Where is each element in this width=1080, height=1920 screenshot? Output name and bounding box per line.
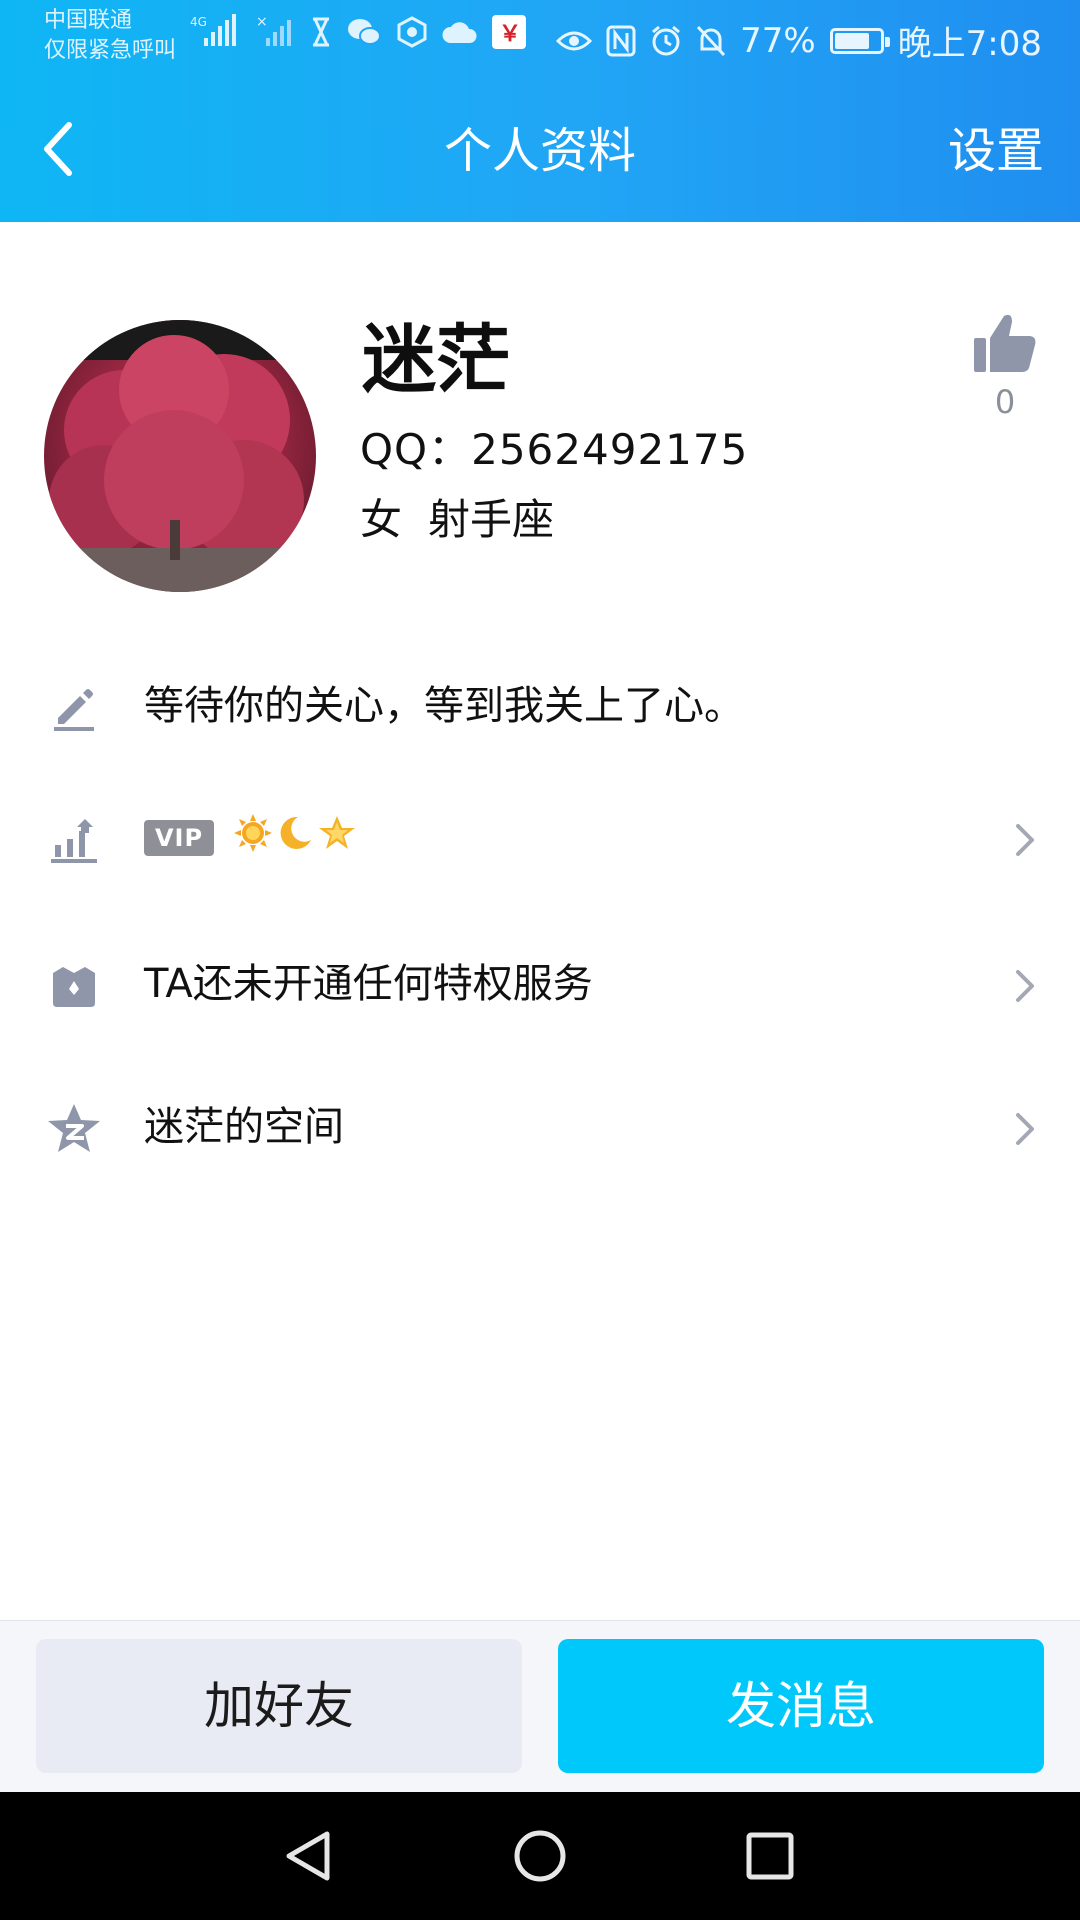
- battery-icon: [829, 27, 890, 54]
- privilege-text: TA还未开通任何特权服务: [144, 961, 593, 1007]
- star-icon: [319, 816, 355, 849]
- profile-qq-number: QQ：2562492175: [360, 425, 749, 474]
- level-chart-icon: [46, 812, 102, 868]
- profile-meta: 女射手座: [360, 490, 554, 550]
- signal-4g-icon: 4G: [190, 14, 242, 50]
- carrier-name: 中国联通: [44, 8, 133, 33]
- pencil-icon: [46, 680, 102, 736]
- system-back-button[interactable]: [278, 1826, 338, 1886]
- wechat-icon: [346, 17, 382, 47]
- level-row[interactable]: VIP: [0, 784, 1080, 894]
- nfc-icon: [606, 25, 636, 57]
- app-icon: [396, 16, 428, 48]
- privilege-row[interactable]: TA还未开通任何特权服务: [0, 930, 1080, 1040]
- vip-badge: VIP: [144, 820, 214, 856]
- nav-bar: 个人资料 设置: [0, 78, 1080, 222]
- chevron-right-icon: [1016, 970, 1034, 1002]
- profile-gender: 女: [360, 495, 403, 544]
- sun-icon: [234, 814, 272, 852]
- avatar-tree-image: [44, 335, 316, 592]
- add-friend-button[interactable]: 加好友: [36, 1639, 522, 1773]
- chevron-right-icon: [1016, 1113, 1034, 1145]
- signal-x-icon: ×: [256, 14, 296, 50]
- hourglass-icon: [310, 17, 332, 47]
- status-left-icons: 4G × ￥: [190, 14, 526, 50]
- carrier-info: 中国联通 仅限紧急呼叫: [44, 6, 176, 66]
- battery-fill: [834, 32, 869, 49]
- carrier-status: 仅限紧急呼叫: [44, 38, 177, 63]
- system-home-button[interactable]: [510, 1826, 570, 1886]
- square-recents-icon: [746, 1832, 794, 1880]
- status-right-icons: 77% 晚上7:08: [556, 16, 1042, 65]
- chevron-right-icon: [1016, 824, 1034, 856]
- header-area: 中国联通 仅限紧急呼叫 4G × ￥ 77% 晚上7:08 个人资料 设置: [0, 0, 1080, 222]
- moon-icon: [280, 816, 311, 849]
- avatar[interactable]: [44, 320, 316, 592]
- triangle-back-icon: [286, 1831, 330, 1881]
- profile-zodiac: 射手座: [428, 495, 555, 544]
- alarm-icon: [650, 25, 682, 57]
- settings-button[interactable]: 设置: [948, 116, 1044, 186]
- page-title: 个人资料: [443, 123, 636, 179]
- send-message-button[interactable]: 发消息: [558, 1639, 1044, 1773]
- status-bar: 中国联通 仅限紧急呼叫 4G × ￥ 77% 晚上7:08: [0, 0, 1080, 78]
- svg-text:￥: ￥: [499, 22, 521, 47]
- crown-bag-icon: [46, 958, 102, 1014]
- system-nav-bar: [0, 1792, 1080, 1920]
- mute-icon: [696, 25, 726, 57]
- like-button[interactable]: 0: [970, 312, 1040, 422]
- eye-icon: [556, 28, 593, 54]
- cloud-icon: [442, 19, 478, 45]
- signature-row[interactable]: 等待你的关心，等到我关上了心。: [0, 652, 1080, 762]
- qzone-star-icon: [46, 1101, 102, 1157]
- bottom-action-bar: 加好友 发消息: [0, 1620, 1080, 1793]
- svg-text:4G: 4G: [190, 15, 207, 29]
- signature-text: 等待你的关心，等到我关上了心。: [144, 683, 744, 729]
- bank-icon: ￥: [492, 15, 526, 49]
- space-text: 迷茫的空间: [144, 1104, 344, 1150]
- svg-text:×: ×: [256, 14, 268, 30]
- system-recents-button[interactable]: [740, 1826, 800, 1886]
- clock: 晚上7:08: [897, 24, 1042, 64]
- like-count: 0: [994, 383, 1016, 421]
- battery-percent: 77%: [740, 20, 816, 61]
- thumbs-up-icon: [974, 314, 1036, 372]
- level-icons: [234, 814, 356, 852]
- circle-home-icon: [514, 1830, 566, 1882]
- space-row[interactable]: 迷茫的空间: [0, 1073, 1080, 1183]
- profile-name: 迷茫: [362, 317, 510, 403]
